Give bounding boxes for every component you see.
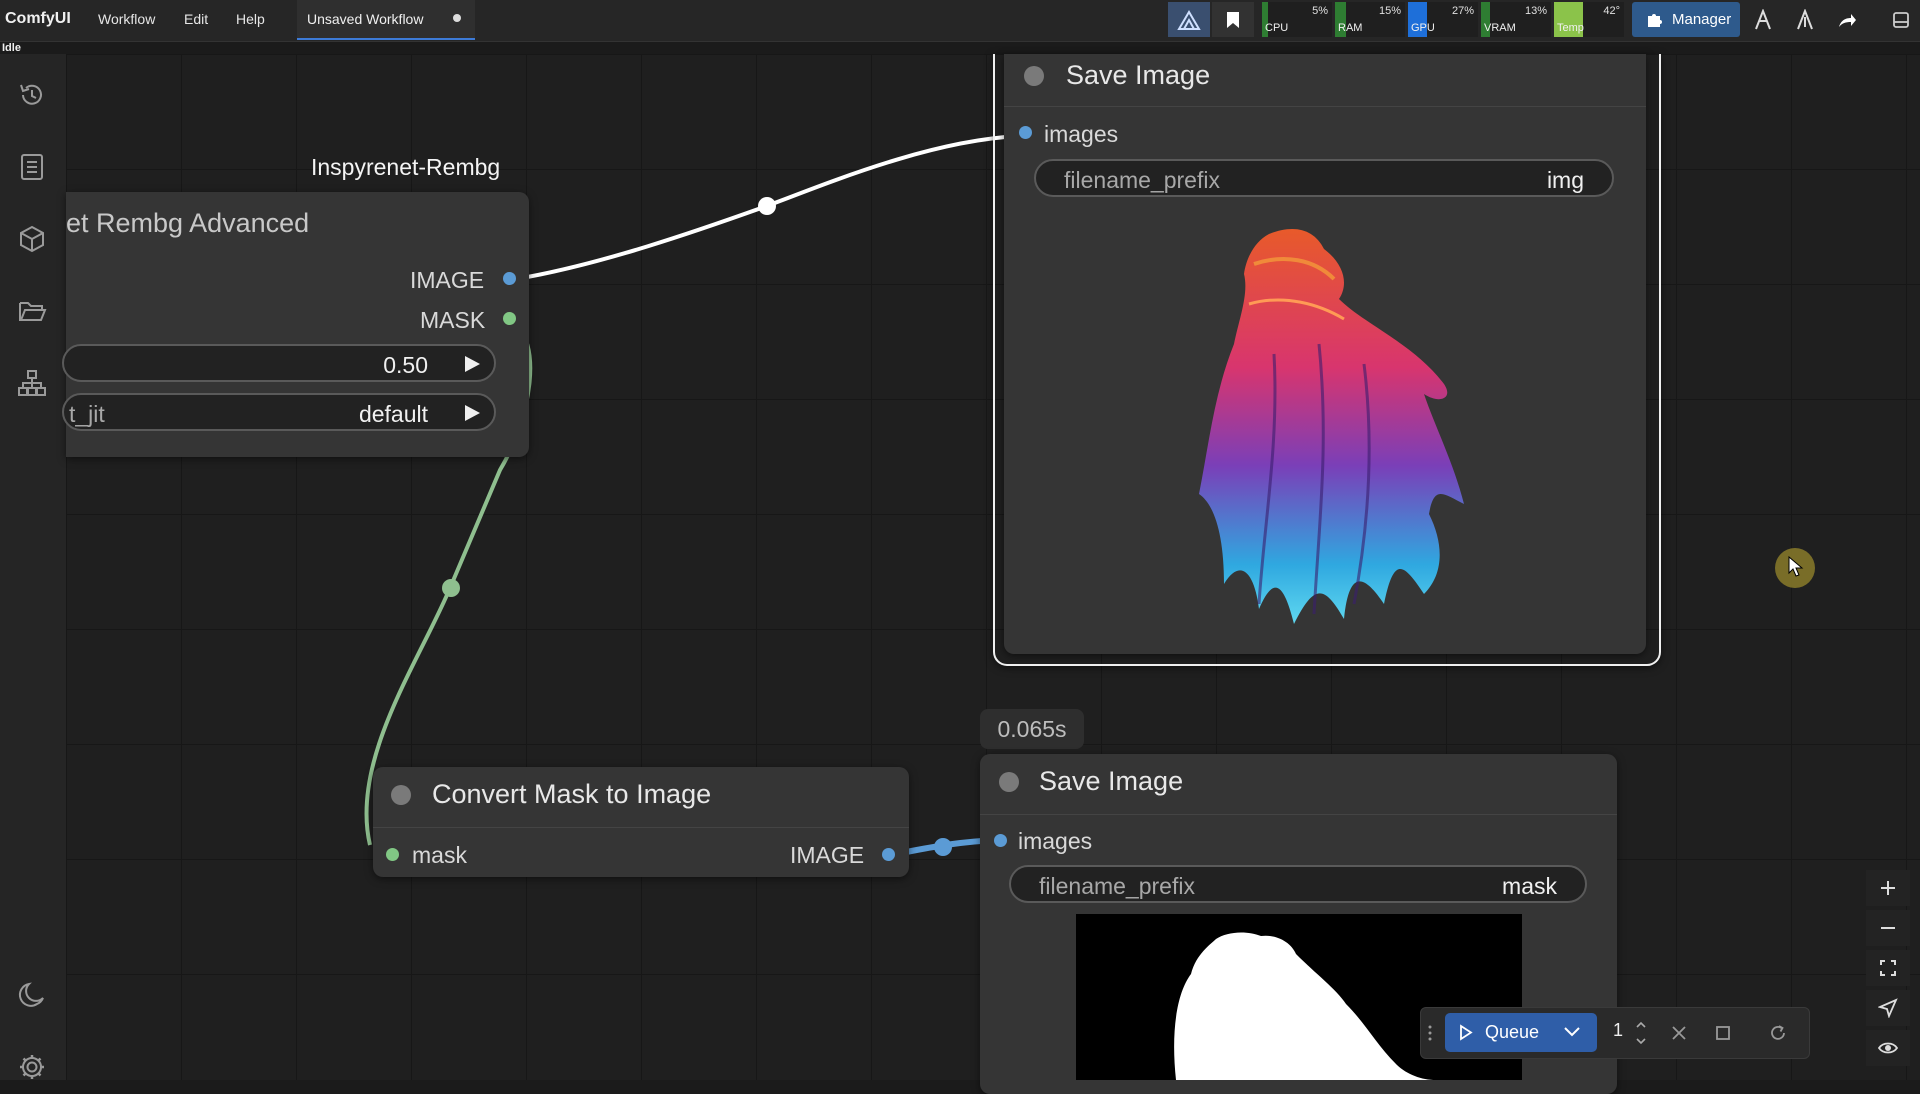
fit-view-button[interactable] bbox=[1866, 950, 1910, 986]
eye-icon bbox=[1878, 1042, 1898, 1054]
fullscreen-icon bbox=[1880, 960, 1896, 976]
filename-prefix-widget[interactable]: filename_prefix mask bbox=[1009, 865, 1587, 903]
cancel-icon[interactable] bbox=[1671, 1025, 1687, 1041]
execution-time-badge: 0.065s bbox=[980, 709, 1084, 749]
rembg-node[interactable]: et Rembg Advanced IMAGE MASK 0.50 t_jit … bbox=[62, 192, 529, 457]
minus-icon bbox=[1881, 927, 1895, 929]
send-arrow-icon bbox=[1878, 998, 1898, 1018]
mask-image-wire-dot bbox=[934, 838, 952, 856]
select-mode-button[interactable] bbox=[1866, 990, 1910, 1026]
zoom-in-button[interactable] bbox=[1866, 870, 1910, 906]
filename-prefix-value: mask bbox=[1502, 873, 1557, 899]
refresh-icon[interactable] bbox=[1769, 1024, 1787, 1042]
rembg-node-title: et Rembg Advanced bbox=[66, 208, 310, 238]
chevron-down-icon[interactable] bbox=[1563, 1026, 1581, 1038]
input-mask-slot[interactable] bbox=[386, 848, 399, 861]
plus-icon bbox=[1881, 881, 1895, 895]
filename-prefix-widget[interactable]: filename_prefix img bbox=[1034, 159, 1614, 197]
output-image-slot[interactable] bbox=[503, 272, 516, 285]
node-status-dot[interactable] bbox=[391, 785, 411, 805]
queue-button[interactable]: Queue bbox=[1445, 1013, 1597, 1052]
output-mask-slot[interactable] bbox=[503, 312, 516, 325]
output-mask-label: MASK bbox=[420, 307, 486, 333]
input-images-slot[interactable] bbox=[1019, 126, 1032, 139]
input-mask-label: mask bbox=[412, 842, 467, 868]
output-image-label: IMAGE bbox=[410, 267, 485, 293]
input-images-label: images bbox=[1044, 121, 1119, 147]
toggle-links-button[interactable] bbox=[1866, 1030, 1910, 1066]
threshold-value: 0.50 bbox=[383, 352, 428, 378]
output-image-preview[interactable] bbox=[1154, 224, 1504, 644]
jit-widget[interactable]: t_jit default bbox=[62, 393, 496, 431]
queue-button-label: Queue bbox=[1485, 1022, 1540, 1042]
mouse-pointer-icon bbox=[1788, 556, 1804, 577]
queue-bar: Queue 1 bbox=[1420, 1007, 1810, 1059]
increment-arrow-icon[interactable] bbox=[462, 354, 482, 374]
input-images-slot[interactable] bbox=[994, 834, 1007, 847]
title-divider bbox=[1004, 106, 1646, 107]
convert-mask-title: Convert Mask to Image bbox=[432, 779, 712, 809]
mask-wire-reroute-dot bbox=[442, 579, 460, 597]
zoom-out-button[interactable] bbox=[1866, 910, 1910, 946]
jit-label: t_jit bbox=[69, 401, 105, 427]
jit-value: default bbox=[358, 401, 428, 427]
title-divider bbox=[373, 827, 909, 828]
output-image-label: IMAGE bbox=[790, 842, 865, 868]
convert-mask-node[interactable]: Convert Mask to Image mask IMAGE bbox=[373, 767, 909, 877]
stop-icon[interactable] bbox=[1715, 1025, 1731, 1041]
drag-handle-icon[interactable] bbox=[1427, 1024, 1433, 1042]
group-title: Inspyrenet-Rembg bbox=[311, 154, 501, 180]
input-images-label: images bbox=[1018, 828, 1093, 854]
filename-prefix-value: img bbox=[1546, 167, 1584, 193]
stepper-chevron-icon[interactable] bbox=[1635, 1018, 1647, 1048]
save-image-top-node[interactable]: Save Image images filename_prefix img bbox=[1004, 54, 1646, 654]
wire-reroute-dot bbox=[758, 197, 776, 215]
next-option-arrow-icon[interactable] bbox=[462, 403, 482, 423]
save-image-bottom-title: Save Image bbox=[1039, 766, 1184, 796]
threshold-widget[interactable]: 0.50 bbox=[62, 344, 496, 382]
filename-prefix-label: filename_prefix bbox=[1039, 873, 1195, 899]
node-status-dot[interactable] bbox=[1024, 66, 1044, 86]
node-status-dot[interactable] bbox=[999, 772, 1019, 792]
output-image-slot[interactable] bbox=[882, 848, 895, 861]
filename-prefix-label: filename_prefix bbox=[1064, 167, 1220, 193]
play-icon bbox=[1460, 1024, 1473, 1041]
save-image-top-title: Save Image bbox=[1066, 60, 1211, 90]
title-divider bbox=[980, 814, 1617, 815]
queue-count-input[interactable]: 1 bbox=[1613, 1020, 1623, 1041]
